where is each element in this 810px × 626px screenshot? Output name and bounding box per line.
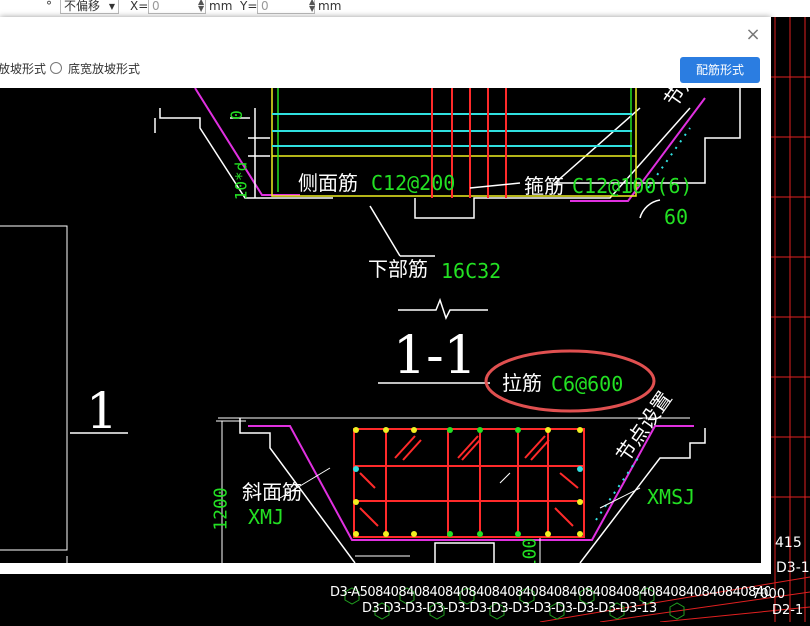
x-spinner-icon[interactable]: ▲ ▼ xyxy=(198,0,204,13)
slope-bar-code: XMJ xyxy=(248,505,285,529)
offset-select-value: 不偏移 xyxy=(64,0,101,13)
height-dim-1200: 1200 xyxy=(210,487,232,531)
y-unit: mm xyxy=(318,0,342,13)
x-value: 0 xyxy=(152,0,160,13)
right-code-xmsj: XMSJ xyxy=(647,485,696,509)
top-break-line xyxy=(398,297,488,320)
bg-code-d31: D3-1 xyxy=(776,560,810,576)
x-label: X= xyxy=(130,0,149,13)
dim-100-label: 100 xyxy=(519,537,541,563)
rebar-form-button[interactable]: 配筋形式 xyxy=(680,57,760,83)
side-bar-label: 侧面筋 xyxy=(298,171,358,195)
section-drawing: 0 10*d 侧面筋 C12@200 箍筋 C12@100(6) 60 节点 下… xyxy=(0,88,761,563)
radio-slope-form-label: 放坡形式 xyxy=(0,62,47,76)
side-bar-spec: C12@200 xyxy=(371,171,456,195)
angle-60-label: 60 xyxy=(664,205,689,229)
bg-num-415: 415 xyxy=(775,535,802,551)
bg-text-row-1: D3-A508408408408408408408408408408408408… xyxy=(330,585,770,600)
dim-10d-label: 10*d xyxy=(231,161,251,201)
top-toolbar: ° 不偏移 ▼ X= 0 ▲ ▼ mm Y= 0 ▲ ▼ mm xyxy=(0,0,810,18)
chevron-down-icon: ▼ xyxy=(108,2,115,11)
slope-bar-label: 斜面筋 xyxy=(242,480,302,504)
radio-circle-icon[interactable] xyxy=(50,62,62,74)
radio-bottom-width-slope-form-label: 底宽放坡形式 xyxy=(68,62,141,76)
radio-slope-form[interactable]: 放坡形式 xyxy=(0,59,46,79)
top-outline-right xyxy=(414,107,691,219)
stirrup-spec: C12@100(6) xyxy=(572,174,693,198)
y-spinner-icon[interactable]: ▲ ▼ xyxy=(309,0,315,13)
bg-num-7000: 7000 xyxy=(752,587,786,602)
close-icon[interactable]: × xyxy=(744,25,762,45)
tie-bar-label: 拉筋 xyxy=(502,371,542,395)
bottom-bar-label: 下部筋 xyxy=(368,257,428,281)
bg-code-d2: D2-1 xyxy=(772,603,804,618)
y-input[interactable]: 0 xyxy=(257,0,315,14)
rebar-config-dialog: × 放坡形式 底宽放坡形式 配筋形式 0 10*d 侧面筋 C12@200 箍筋… xyxy=(0,17,771,574)
section-title: 1-1 xyxy=(393,326,477,386)
bg-text-row-2: D3-D3-D3-D3-D3-D3-D3-D3-D3-D3-D3-D3-D3-1… xyxy=(362,601,657,616)
section-marker-1: 1 xyxy=(86,382,118,440)
bottom-bar-spec: 16C32 xyxy=(441,259,502,283)
y-value: 0 xyxy=(261,0,269,13)
stirrup-label: 箍筋 xyxy=(524,174,564,198)
radio-bottom-width-slope-form[interactable]: 底宽放坡形式 xyxy=(68,59,140,79)
top-outer-right xyxy=(553,88,741,184)
tie-bar-spec: C6@600 xyxy=(551,372,624,396)
top-section xyxy=(154,88,741,320)
x-unit: mm xyxy=(209,0,233,13)
left-box xyxy=(0,225,68,551)
dim-zero-label: 0 xyxy=(226,110,246,120)
degree-symbol: ° xyxy=(46,0,52,13)
offset-select[interactable]: 不偏移 ▼ xyxy=(60,0,119,14)
y-label: Y= xyxy=(240,0,258,13)
